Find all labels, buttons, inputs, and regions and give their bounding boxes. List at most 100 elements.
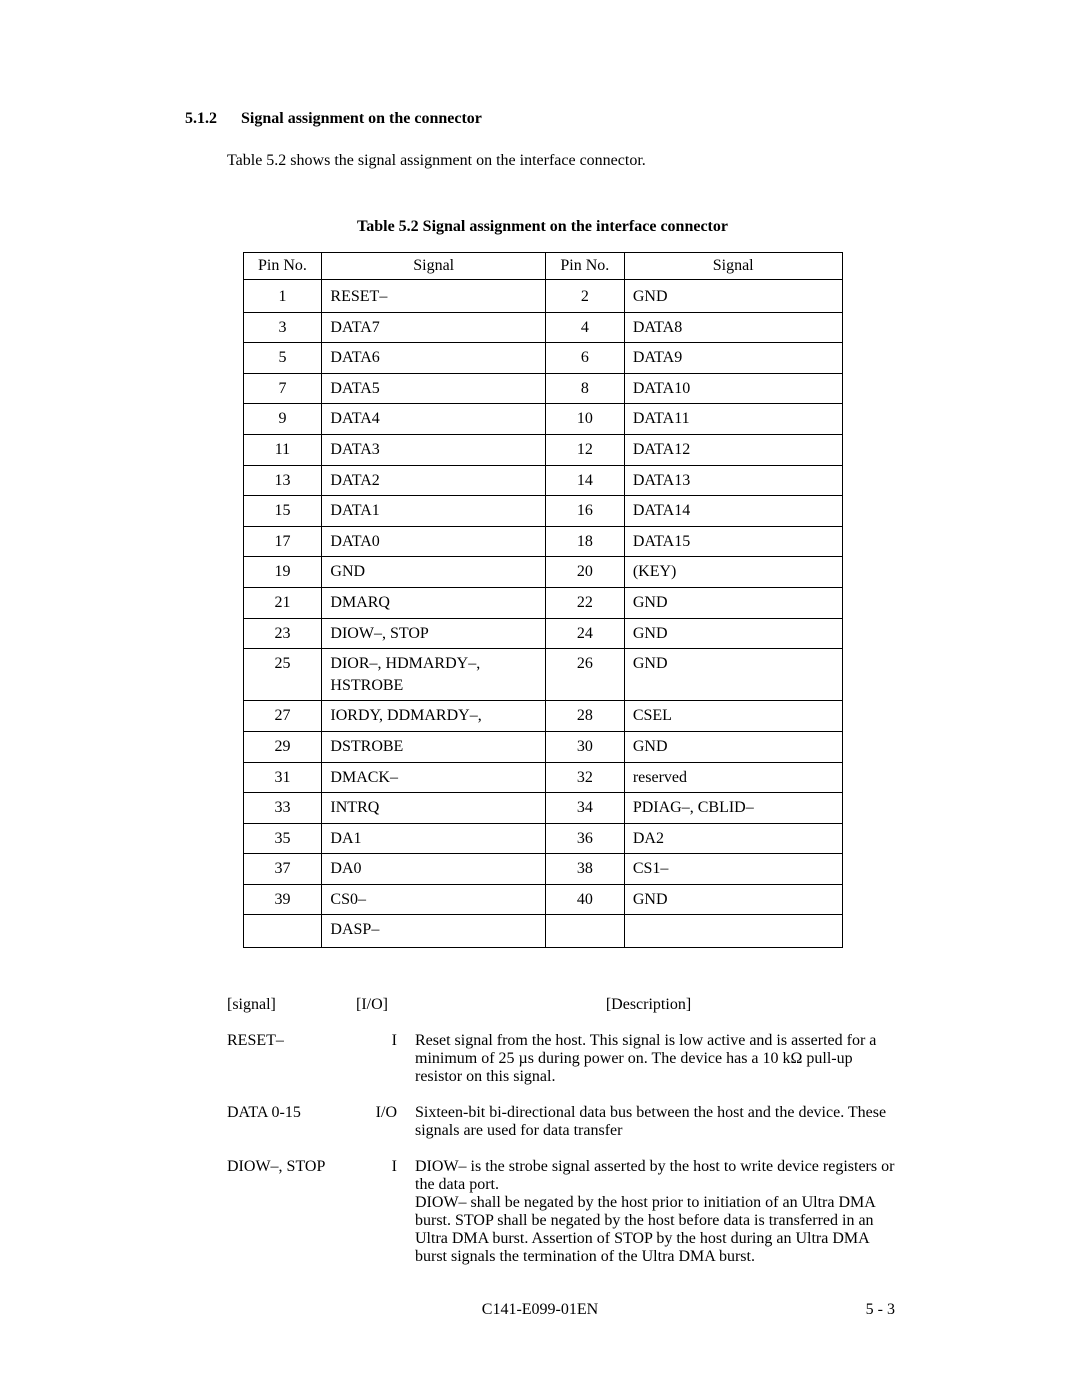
cell-signal: DATA1 (322, 496, 545, 527)
description-header: [signal] [I/O] [Description] (227, 996, 900, 1014)
cell-signal: GND (624, 280, 842, 313)
cell-signal: DATA9 (624, 343, 842, 374)
table-row: DASP– (243, 915, 842, 948)
cell-signal: DMACK– (322, 762, 545, 793)
cell-pin: 24 (545, 618, 624, 649)
cell-signal: DATA13 (624, 465, 842, 496)
table-row: 9DATA410DATA11 (243, 404, 842, 435)
table-row: 5DATA66DATA9 (243, 343, 842, 374)
cell-signal: DATA12 (624, 434, 842, 465)
description-block: [signal] [I/O] [Description] RESET–IRese… (227, 996, 900, 1266)
desc-io: I (347, 1032, 415, 1086)
table-row: 3DATA74DATA8 (243, 312, 842, 343)
table-row: 21DMARQ22GND (243, 587, 842, 618)
cell-pin: 18 (545, 526, 624, 557)
cell-pin: 35 (243, 823, 322, 854)
description-row: DATA 0-15I/OSixteen-bit bi-directional d… (227, 1104, 900, 1140)
table-row: 11DATA312DATA12 (243, 434, 842, 465)
cell-signal (624, 915, 842, 948)
cell-pin: 22 (545, 587, 624, 618)
cell-signal: (KEY) (624, 557, 842, 588)
cell-signal: DATA3 (322, 434, 545, 465)
table-row: 27IORDY, DDMARDY–,28CSEL (243, 701, 842, 732)
table-row: 31DMACK–32reserved (243, 762, 842, 793)
table-row: 15DATA116DATA14 (243, 496, 842, 527)
desc-io: I/O (347, 1104, 415, 1140)
table-caption: Table 5.2 Signal assignment on the inter… (185, 218, 900, 236)
th-pin-1: Pin No. (243, 253, 322, 280)
cell-pin: 7 (243, 373, 322, 404)
table-row: 29DSTROBE30GND (243, 731, 842, 762)
hdr-io: [I/O] (347, 996, 397, 1014)
cell-signal: DIOR–, HDMARDY–, HSTROBE (322, 649, 545, 701)
cell-pin: 28 (545, 701, 624, 732)
cell-signal: PDIAG–, CBLID– (624, 793, 842, 824)
cell-signal: DA0 (322, 854, 545, 885)
cell-pin: 32 (545, 762, 624, 793)
desc-text: Sixteen-bit bi-directional data bus betw… (415, 1104, 900, 1140)
table-row: 37DA038CS1– (243, 854, 842, 885)
cell-signal: DATA8 (624, 312, 842, 343)
table-header-row: Pin No. Signal Pin No. Signal (243, 253, 842, 280)
cell-pin: 6 (545, 343, 624, 374)
desc-text: DIOW– is the strobe signal asserted by t… (415, 1158, 900, 1266)
cell-pin: 11 (243, 434, 322, 465)
cell-pin: 25 (243, 649, 322, 701)
table-row: 39CS0–40GND (243, 884, 842, 915)
cell-pin: 37 (243, 854, 322, 885)
cell-signal: CS0– (322, 884, 545, 915)
description-row: DIOW–, STOPIDIOW– is the strobe signal a… (227, 1158, 900, 1266)
cell-signal: GND (624, 587, 842, 618)
cell-signal: CS1– (624, 854, 842, 885)
cell-pin: 31 (243, 762, 322, 793)
hdr-description: [Description] (397, 996, 900, 1014)
cell-signal: DATA6 (322, 343, 545, 374)
cell-pin: 5 (243, 343, 322, 374)
cell-signal: DATA5 (322, 373, 545, 404)
cell-pin: 15 (243, 496, 322, 527)
section-heading: 5.1.2 Signal assignment on the connector (185, 110, 900, 128)
cell-pin: 17 (243, 526, 322, 557)
cell-signal: DATA0 (322, 526, 545, 557)
cell-pin (243, 915, 322, 948)
cell-pin: 34 (545, 793, 624, 824)
cell-pin: 39 (243, 884, 322, 915)
cell-pin: 27 (243, 701, 322, 732)
cell-pin: 33 (243, 793, 322, 824)
footer-doc: C141-E099-01EN (285, 1301, 795, 1319)
table-row: 35DA136DA2 (243, 823, 842, 854)
hdr-signal: [signal] (227, 996, 347, 1014)
desc-io: I (347, 1158, 415, 1266)
th-signal-1: Signal (322, 253, 545, 280)
cell-pin: 29 (243, 731, 322, 762)
cell-signal: GND (624, 884, 842, 915)
table-row: 19GND20(KEY) (243, 557, 842, 588)
section-title: Signal assignment on the connector (241, 110, 482, 128)
cell-signal: DATA14 (624, 496, 842, 527)
cell-signal: DATA7 (322, 312, 545, 343)
cell-signal: DA2 (624, 823, 842, 854)
cell-signal: IORDY, DDMARDY–, (322, 701, 545, 732)
section-number: 5.1.2 (185, 110, 217, 128)
description-row: RESET–IReset signal from the host. This … (227, 1032, 900, 1086)
footer-left (185, 1301, 285, 1319)
cell-signal: RESET– (322, 280, 545, 313)
page: 5.1.2 Signal assignment on the connector… (0, 0, 1080, 1397)
cell-signal: INTRQ (322, 793, 545, 824)
cell-pin: 30 (545, 731, 624, 762)
cell-pin: 10 (545, 404, 624, 435)
desc-signal: DIOW–, STOP (227, 1158, 347, 1266)
cell-pin: 1 (243, 280, 322, 313)
table-row: 17DATA018DATA15 (243, 526, 842, 557)
cell-signal: DATA2 (322, 465, 545, 496)
table-row: 33INTRQ34PDIAG–, CBLID– (243, 793, 842, 824)
cell-pin: 9 (243, 404, 322, 435)
desc-signal: DATA 0-15 (227, 1104, 347, 1140)
cell-signal: DSTROBE (322, 731, 545, 762)
table-row: 7DATA58DATA10 (243, 373, 842, 404)
cell-pin: 36 (545, 823, 624, 854)
desc-signal: RESET– (227, 1032, 347, 1086)
cell-signal: GND (624, 731, 842, 762)
cell-pin: 23 (243, 618, 322, 649)
th-pin-2: Pin No. (545, 253, 624, 280)
